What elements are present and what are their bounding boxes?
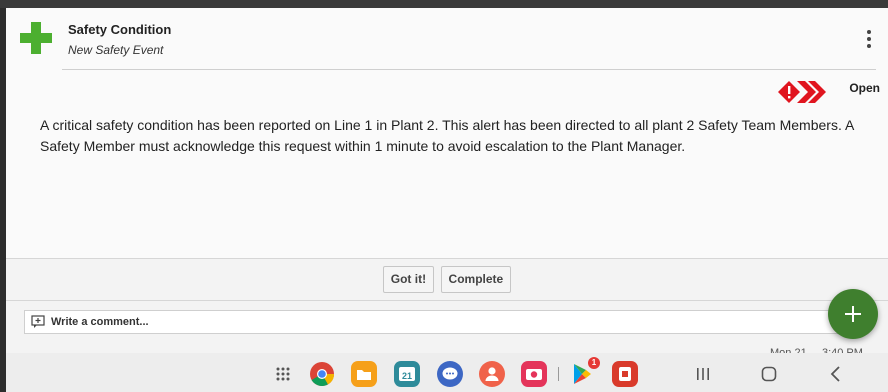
comment-box[interactable]: [24, 310, 844, 334]
complete-button[interactable]: Complete: [440, 266, 512, 293]
app-window: Safety Condition New Safety Event Open A…: [0, 8, 888, 392]
safety-event-card: Safety Condition New Safety Event Open A…: [6, 8, 888, 258]
calendar-day: 21: [402, 371, 412, 381]
critical-alert-icon: [778, 81, 826, 103]
calendar-icon[interactable]: 21: [394, 361, 420, 387]
event-title: Safety Condition: [68, 22, 172, 37]
android-taskbar: 21 1: [6, 353, 888, 392]
add-comment-icon: [31, 315, 45, 328]
add-button[interactable]: [828, 289, 878, 339]
chrome-icon[interactable]: [309, 361, 335, 387]
actions-divider-top: [6, 258, 888, 259]
back-icon[interactable]: [823, 361, 849, 387]
notification-badge: 1: [588, 357, 600, 369]
my-files-icon[interactable]: [351, 361, 377, 387]
medical-cross-icon: [20, 22, 52, 54]
contacts-icon[interactable]: [479, 361, 505, 387]
got-it-button[interactable]: Got it!: [382, 266, 435, 293]
taskbar-separator: [558, 367, 559, 381]
status-badge: Open: [849, 81, 880, 95]
camera-icon[interactable]: [521, 361, 547, 387]
comment-input[interactable]: [51, 313, 831, 331]
app-drawer-icon[interactable]: [270, 361, 296, 387]
event-message: A critical safety condition has been rep…: [40, 117, 854, 154]
more-options-icon[interactable]: [864, 30, 874, 52]
plus-icon: [845, 306, 861, 322]
header-divider: [62, 69, 876, 70]
messages-icon[interactable]: [437, 361, 463, 387]
event-subtitle: New Safety Event: [68, 43, 164, 57]
actions-divider-bottom: [6, 300, 888, 301]
home-icon[interactable]: [756, 361, 782, 387]
app-shortcut-icon[interactable]: [612, 361, 638, 387]
action-buttons: Got it! Complete: [6, 266, 888, 294]
recent-apps-icon[interactable]: [690, 361, 716, 387]
